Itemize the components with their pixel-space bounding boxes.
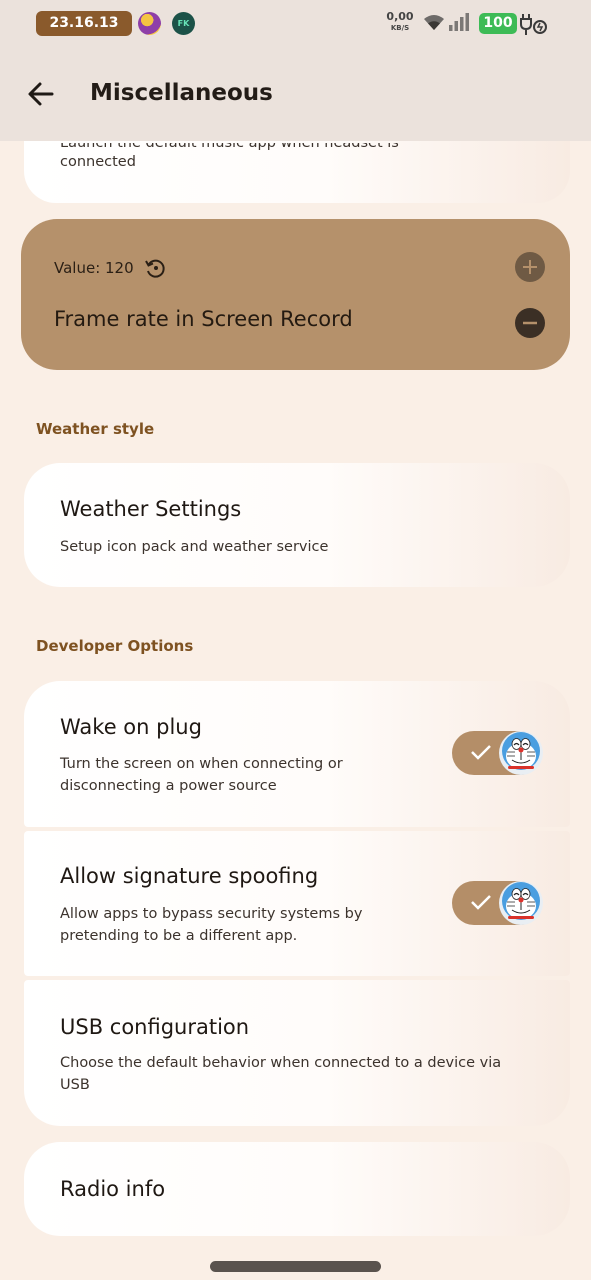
weather-style-header: Weather style (36, 420, 155, 438)
home-indicator[interactable] (210, 1261, 381, 1272)
check-icon (471, 745, 491, 760)
network-speed-value: 0,00 (386, 10, 414, 23)
usb-configuration-title: USB configuration (60, 1015, 250, 1039)
fk-app-icon: FK (172, 12, 195, 35)
plus-icon (523, 260, 537, 274)
wake-on-plug-subtitle: Turn the screen on when connecting or di… (60, 756, 343, 794)
battery-indicator: 100 (479, 13, 517, 34)
app-bar: Miscellaneous (0, 48, 591, 141)
decrease-button[interactable] (515, 308, 545, 338)
weather-settings-item[interactable]: Weather Settings Setup icon pack and wea… (24, 463, 570, 587)
avatar-icon (138, 12, 161, 35)
signature-spoofing-title: Allow signature spoofing (60, 864, 319, 888)
weather-settings-title: Weather Settings (60, 497, 242, 521)
status-time: 23.16.13 (36, 11, 132, 36)
headset-music-subtitle-line1: Launch the default music app when headse… (60, 143, 399, 151)
frame-rate-title: Frame rate in Screen Record (54, 307, 353, 331)
network-speed: 0,00 KB/S (383, 10, 417, 33)
usb-configuration-item[interactable]: USB configuration Choose the default beh… (24, 980, 570, 1126)
usb-configuration-subtitle: Choose the default behavior when connect… (60, 1055, 502, 1093)
status-bar: 23.16.13 FK 0,00 KB/S 100 (0, 0, 591, 48)
network-speed-unit: KB/S (390, 24, 410, 32)
frame-rate-value: Value: 120 (54, 259, 134, 277)
wake-on-plug-toggle[interactable] (452, 731, 543, 775)
frame-rate-card: Value: 120 Frame rate in Screen Record (21, 219, 570, 370)
charging-plug-icon (520, 14, 547, 35)
doraemon-knob-icon (499, 731, 543, 775)
headset-music-item[interactable]: Launch the default music app when headse… (24, 141, 570, 203)
headset-music-subtitle-line2: connected (60, 154, 136, 170)
signature-spoofing-subtitle: Allow apps to bypass security systems by… (60, 906, 363, 944)
doraemon-knob-icon (499, 881, 543, 925)
radio-info-item[interactable]: Radio info (24, 1142, 570, 1236)
reset-icon[interactable] (143, 256, 167, 280)
wake-on-plug-item[interactable]: Wake on plug Turn the screen on when con… (24, 681, 570, 827)
weather-settings-subtitle: Setup icon pack and weather service (60, 539, 329, 555)
increase-button[interactable] (515, 252, 545, 282)
check-icon (471, 895, 491, 910)
minus-icon (523, 321, 537, 325)
arrow-left-icon[interactable] (26, 79, 56, 109)
signature-spoofing-item[interactable]: Allow signature spoofing Allow apps to b… (24, 831, 570, 976)
wifi-icon (424, 15, 444, 30)
cellular-signal-icon (449, 13, 469, 31)
signature-spoofing-toggle[interactable] (452, 881, 543, 925)
wake-on-plug-title: Wake on plug (60, 715, 202, 739)
radio-info-title: Radio info (60, 1177, 166, 1201)
page-title: Miscellaneous (90, 80, 273, 106)
developer-options-header: Developer Options (36, 637, 194, 655)
headset-music-subtitle: Launch the default music app when headse… (60, 143, 480, 173)
